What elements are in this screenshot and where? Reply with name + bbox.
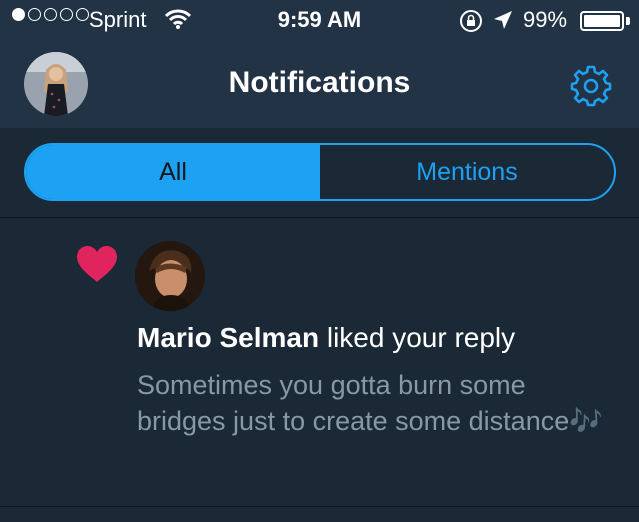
nav-bar: Notifications bbox=[0, 44, 639, 128]
heart-icon bbox=[77, 246, 117, 282]
location-arrow-icon bbox=[494, 11, 512, 29]
filter-tabs-bar: All Mentions bbox=[0, 128, 639, 218]
notification-action: liked your reply bbox=[319, 322, 516, 353]
battery-percentage: 99% bbox=[523, 7, 568, 32]
tab-all[interactable]: All bbox=[26, 145, 320, 199]
page-title: Notifications bbox=[228, 66, 411, 99]
status-bar: Sprint 9:59 AM 99% bbox=[0, 0, 639, 40]
divider bbox=[0, 506, 639, 507]
notification-headline: Mario Selman liked your reply bbox=[137, 322, 515, 354]
segmented-control: All Mentions bbox=[24, 143, 616, 201]
notification-item[interactable]: Mario Selman liked your reply Sometimes … bbox=[0, 219, 639, 505]
battery-tip bbox=[626, 17, 630, 25]
top-bar: Sprint 9:59 AM 99% Notifications bbox=[0, 0, 639, 128]
battery-icon bbox=[580, 11, 624, 31]
tab-mentions[interactable]: Mentions bbox=[320, 145, 614, 199]
gear-icon[interactable] bbox=[568, 63, 614, 109]
user-name[interactable]: Mario Selman bbox=[137, 322, 319, 353]
notification-reply-text: Sometimes you gotta burn some bridges ju… bbox=[137, 370, 603, 436]
user-avatar[interactable] bbox=[135, 241, 205, 311]
rotation-lock-icon bbox=[460, 10, 482, 32]
